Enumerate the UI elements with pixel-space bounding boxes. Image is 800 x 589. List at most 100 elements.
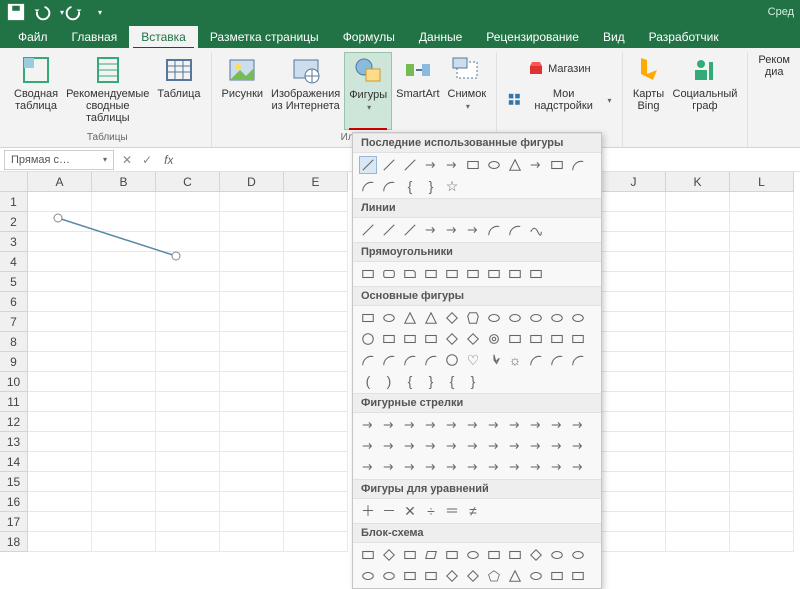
- cell[interactable]: [92, 512, 156, 532]
- cell[interactable]: [220, 312, 284, 332]
- cell[interactable]: [28, 472, 92, 492]
- cell[interactable]: [730, 532, 794, 552]
- shape-item[interactable]: [548, 156, 566, 174]
- row-header[interactable]: 14: [0, 452, 28, 472]
- cell[interactable]: [730, 272, 794, 292]
- row-header[interactable]: 1: [0, 192, 28, 212]
- cell[interactable]: [28, 512, 92, 532]
- shape-item[interactable]: [527, 265, 545, 283]
- cell[interactable]: [602, 392, 666, 412]
- row-header[interactable]: 10: [0, 372, 28, 392]
- cell[interactable]: [28, 392, 92, 412]
- column-header[interactable]: L: [730, 172, 794, 192]
- column-header[interactable]: B: [92, 172, 156, 192]
- cell[interactable]: [666, 392, 730, 412]
- column-header[interactable]: A: [28, 172, 92, 192]
- shape-item[interactable]: [485, 156, 503, 174]
- shape-item[interactable]: [527, 221, 545, 239]
- smartart-button[interactable]: SmartArt: [392, 52, 443, 130]
- cell[interactable]: [92, 272, 156, 292]
- cell[interactable]: [156, 252, 220, 272]
- shape-item[interactable]: {: [443, 372, 461, 390]
- shape-item[interactable]: [485, 351, 503, 369]
- row-header[interactable]: 17: [0, 512, 28, 532]
- cell[interactable]: [220, 512, 284, 532]
- shape-item[interactable]: [380, 221, 398, 239]
- shape-item[interactable]: [548, 437, 566, 455]
- cell[interactable]: [92, 312, 156, 332]
- cell[interactable]: [602, 332, 666, 352]
- cell[interactable]: [92, 532, 156, 552]
- pivot-table-button[interactable]: Сводная таблица: [10, 52, 62, 130]
- cell[interactable]: [602, 352, 666, 372]
- cell[interactable]: [730, 232, 794, 252]
- bing-maps-button[interactable]: Карты Bing: [629, 52, 669, 130]
- shape-item[interactable]: [422, 567, 440, 585]
- cell[interactable]: [730, 312, 794, 332]
- shape-item[interactable]: [443, 546, 461, 564]
- cell[interactable]: [730, 332, 794, 352]
- shape-item[interactable]: [380, 309, 398, 327]
- cell[interactable]: [156, 532, 220, 552]
- row-header[interactable]: 12: [0, 412, 28, 432]
- cell[interactable]: [284, 232, 348, 252]
- shape-item[interactable]: [401, 546, 419, 564]
- cell[interactable]: [220, 392, 284, 412]
- cell[interactable]: [730, 212, 794, 232]
- cell[interactable]: [602, 512, 666, 532]
- shape-item[interactable]: [359, 546, 377, 564]
- shape-item[interactable]: ): [380, 372, 398, 390]
- shape-item[interactable]: {: [401, 177, 419, 195]
- shape-item[interactable]: [464, 567, 482, 585]
- shape-item[interactable]: [464, 458, 482, 476]
- cell[interactable]: [730, 192, 794, 212]
- shape-item[interactable]: [506, 567, 524, 585]
- shape-item[interactable]: [569, 458, 587, 476]
- shape-item[interactable]: }: [422, 177, 440, 195]
- shape-item[interactable]: [422, 221, 440, 239]
- shape-item[interactable]: [422, 265, 440, 283]
- shape-item[interactable]: [569, 567, 587, 585]
- cell[interactable]: [156, 452, 220, 472]
- cell[interactable]: [602, 292, 666, 312]
- accept-icon[interactable]: ✓: [142, 153, 152, 167]
- shape-item[interactable]: ÷: [422, 502, 440, 520]
- cell[interactable]: [666, 452, 730, 472]
- cell[interactable]: [92, 412, 156, 432]
- cell[interactable]: [28, 452, 92, 472]
- cell[interactable]: [602, 532, 666, 552]
- cell[interactable]: [220, 472, 284, 492]
- shape-item[interactable]: [422, 416, 440, 434]
- shape-item[interactable]: ＋: [359, 502, 377, 520]
- cell[interactable]: [28, 232, 92, 252]
- cell[interactable]: [92, 252, 156, 272]
- cell[interactable]: [730, 412, 794, 432]
- cell[interactable]: [666, 352, 730, 372]
- column-header[interactable]: D: [220, 172, 284, 192]
- shape-item[interactable]: [380, 416, 398, 434]
- cell[interactable]: [666, 332, 730, 352]
- shape-item[interactable]: [443, 265, 461, 283]
- tab-home[interactable]: Главная: [60, 26, 130, 48]
- cell[interactable]: [602, 412, 666, 432]
- row-header[interactable]: 2: [0, 212, 28, 232]
- column-header[interactable]: E: [284, 172, 348, 192]
- shape-item[interactable]: [569, 416, 587, 434]
- cell[interactable]: [666, 492, 730, 512]
- shape-item[interactable]: [464, 221, 482, 239]
- row-header[interactable]: 7: [0, 312, 28, 332]
- shape-item[interactable]: }: [464, 372, 482, 390]
- shape-item[interactable]: [485, 416, 503, 434]
- shape-item[interactable]: [548, 567, 566, 585]
- cell[interactable]: [220, 252, 284, 272]
- cell[interactable]: [92, 232, 156, 252]
- shape-item[interactable]: [401, 265, 419, 283]
- row-header[interactable]: 18: [0, 532, 28, 552]
- cell[interactable]: [666, 192, 730, 212]
- cell[interactable]: [156, 512, 220, 532]
- cell[interactable]: [220, 212, 284, 232]
- row-header[interactable]: 15: [0, 472, 28, 492]
- shape-item[interactable]: [422, 437, 440, 455]
- shape-item[interactable]: [485, 221, 503, 239]
- cell[interactable]: [220, 452, 284, 472]
